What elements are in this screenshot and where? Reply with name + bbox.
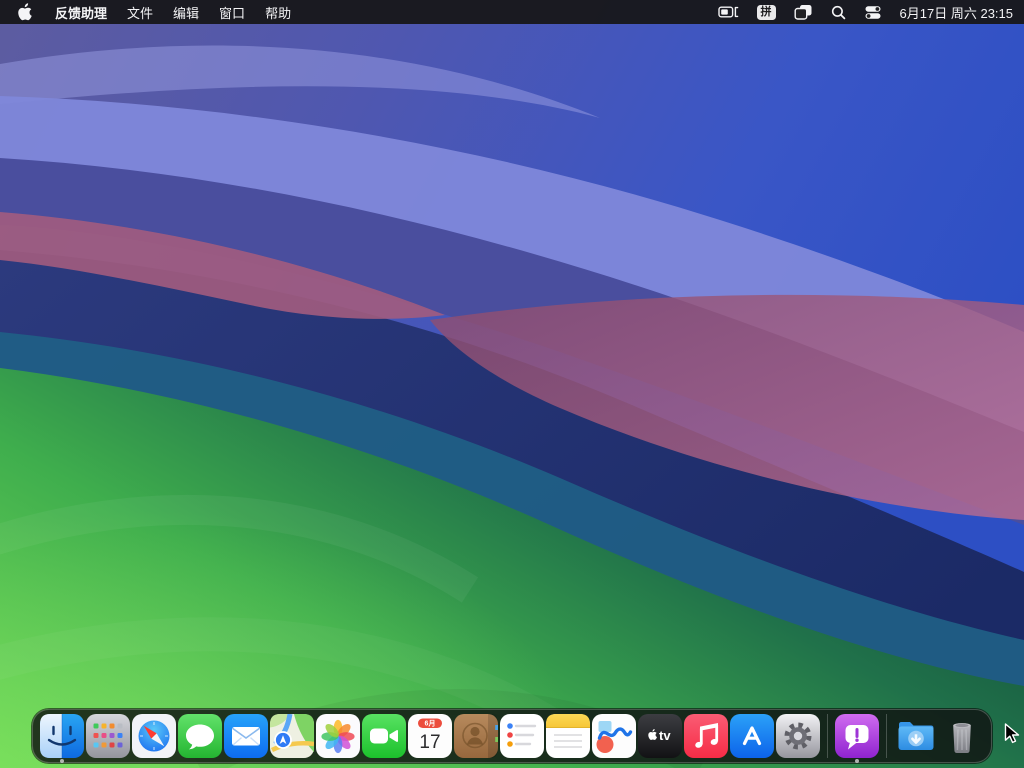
running-indicator [855, 759, 859, 763]
dock-item-messages[interactable] [177, 713, 223, 759]
dock-item-facetime[interactable] [361, 713, 407, 759]
menu-window[interactable]: 窗口 [209, 0, 255, 24]
dock-separator[interactable] [880, 713, 893, 759]
dock-item-calendar[interactable]: 6月 17 [407, 713, 453, 759]
dock-item-maps[interactable] [269, 713, 315, 759]
desktop[interactable] [0, 0, 1024, 768]
messages-icon [178, 714, 222, 758]
mouse-cursor [1004, 723, 1020, 745]
display-icon [718, 4, 739, 20]
dock-item-tv[interactable]: tv [637, 713, 683, 759]
apple-logo-icon [17, 3, 32, 21]
dock-item-safari[interactable] [131, 713, 177, 759]
launchpad-icon [86, 714, 130, 758]
dock-item-reminders[interactable] [499, 713, 545, 759]
safari-icon [132, 714, 176, 758]
mail-icon [224, 714, 268, 758]
separator-line [827, 714, 828, 758]
menu-edit[interactable]: 编辑 [163, 0, 209, 24]
dock-item-freeform[interactable] [591, 713, 637, 759]
dock-item-photos[interactable] [315, 713, 361, 759]
sonoma-wallpaper [0, 0, 1024, 768]
control-center-item[interactable] [855, 0, 891, 24]
trash-icon [940, 714, 984, 758]
dock-item-feedback-assistant[interactable] [834, 713, 880, 759]
display-status-item[interactable] [709, 0, 748, 24]
freeform-icon [592, 714, 636, 758]
app-menu-title[interactable]: 反馈助理 [45, 0, 117, 24]
finder-icon [40, 714, 84, 758]
running-indicator [60, 759, 64, 763]
downloads-folder-icon [894, 714, 938, 758]
app-store-icon [730, 714, 774, 758]
apple-menu[interactable] [0, 0, 45, 24]
dock-item-launchpad[interactable] [85, 713, 131, 759]
reminders-icon [500, 714, 544, 758]
dock-item-music[interactable] [683, 713, 729, 759]
separator-line [886, 714, 887, 758]
input-source-label: 拼 [757, 5, 776, 20]
menu-bar: 反馈助理 文件 编辑 窗口 帮助 拼 [0, 0, 1024, 24]
calendar-icon: 6月 17 [408, 714, 452, 758]
tv-label: tv [659, 728, 671, 743]
calendar-month-label: 6月 [425, 720, 436, 728]
facetime-icon [362, 714, 406, 758]
dock: 6月 17 [32, 709, 992, 763]
menubar-clock[interactable]: 6月17日 周六 23:15 [891, 0, 1024, 24]
apple-tv-icon: tv [638, 714, 682, 758]
input-source-indicator[interactable]: 拼 [748, 0, 785, 24]
dock-item-finder[interactable] [39, 713, 85, 759]
feedback-assistant-icon [835, 714, 879, 758]
music-icon [684, 714, 728, 758]
dock-separator[interactable] [821, 713, 834, 759]
menu-help[interactable]: 帮助 [255, 0, 301, 24]
dock-item-trash[interactable] [939, 713, 985, 759]
control-center-icon [864, 5, 882, 20]
dock-item-contacts[interactable] [453, 713, 499, 759]
photos-icon [316, 714, 360, 758]
notes-icon [546, 714, 590, 758]
window-stack-icon [794, 4, 813, 20]
dock-item-notes[interactable] [545, 713, 591, 759]
contacts-icon [454, 714, 498, 758]
dock-item-mail[interactable] [223, 713, 269, 759]
calendar-day-label: 17 [419, 732, 440, 753]
dock-item-downloads[interactable] [893, 713, 939, 759]
dock-item-system-settings[interactable] [775, 713, 821, 759]
spotlight-item[interactable] [822, 0, 855, 24]
system-settings-icon [776, 714, 820, 758]
menu-file[interactable]: 文件 [117, 0, 163, 24]
spotlight-search-icon [831, 5, 846, 20]
dock-item-app-store[interactable] [729, 713, 775, 759]
maps-icon [270, 714, 314, 758]
window-stack-item[interactable] [785, 0, 822, 24]
